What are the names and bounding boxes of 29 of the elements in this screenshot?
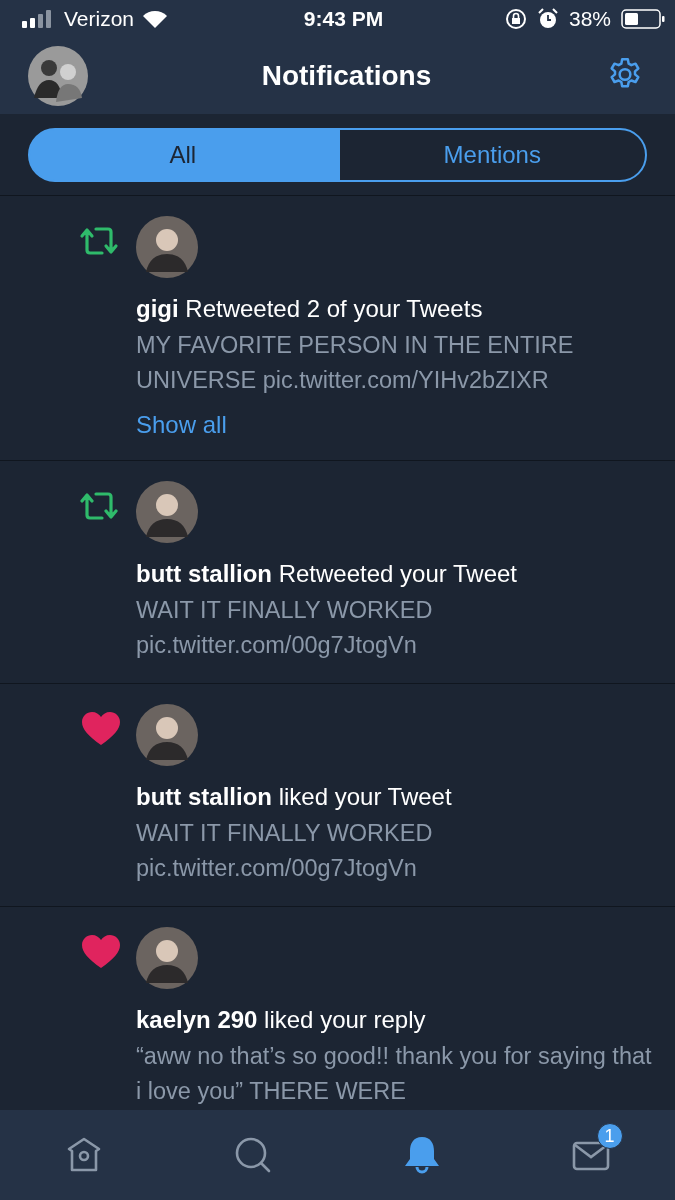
tab[interactable]: Mentions: [337, 128, 647, 182]
battery-icon: [621, 9, 665, 29]
page-title: Notifications: [261, 60, 432, 92]
avatar[interactable]: [136, 704, 198, 766]
retweet-icon: [78, 224, 120, 258]
tweet-text: WAIT IT FINALLY WORKED pic.twitter.com/00g7JtogVn: [136, 819, 434, 883]
wifi-icon: [142, 10, 169, 28]
tweet-text: “aww no that’s so good!! thank you for saying that i love you” THERE WERE: [136, 1042, 653, 1106]
avatar[interactable]: [136, 216, 198, 278]
show-all-link[interactable]: Show all: [136, 410, 227, 440]
tweet-text: MY FAVORITE PERSON IN THE ENTIRE UNIVERSE pic.twitter.com/YIHv2bZIXR: [136, 331, 575, 395]
avatar[interactable]: [136, 481, 198, 543]
rotation-lock-icon: [504, 8, 527, 30]
retweet-icon: [78, 489, 120, 523]
avatar[interactable]: [136, 927, 198, 989]
avatar[interactable]: [28, 46, 88, 106]
notification-text: butt stallion liked your Tweet: [136, 782, 452, 812]
notification-text: gigi Retweeted 2 of your Tweets: [136, 294, 483, 324]
tweet-text: WAIT IT FINALLY WORKED pic.twitter.com/00g7JtogVn: [136, 596, 434, 660]
heart-icon: [82, 935, 120, 969]
alarm-icon: [536, 8, 559, 30]
tab[interactable]: All: [28, 128, 338, 182]
battery-percent: 38%: [568, 7, 611, 31]
carrier-name: Verizon: [64, 7, 135, 31]
clock-time: 9:43 PM: [303, 7, 384, 31]
unread-badge: 1: [596, 1123, 623, 1149]
notification-text: kaelyn 290 liked your reply: [136, 1005, 426, 1035]
notification-text: butt stallion Retweeted your Tweet: [136, 559, 517, 589]
heart-icon: [82, 712, 120, 746]
